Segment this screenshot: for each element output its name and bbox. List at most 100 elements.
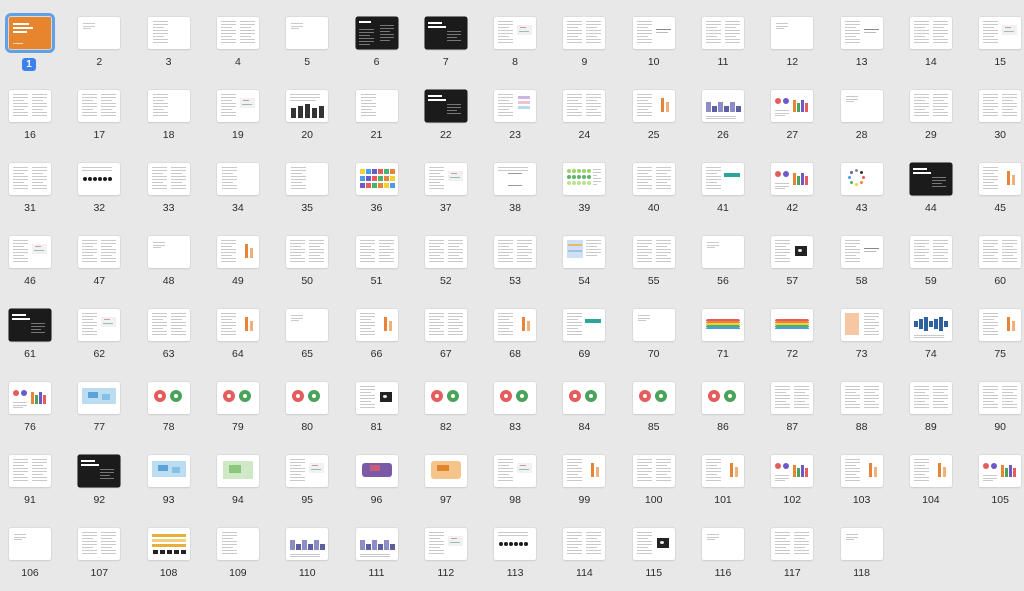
page-preview[interactable] xyxy=(840,17,883,49)
page-preview[interactable] xyxy=(147,382,190,414)
page-thumbnail[interactable]: 94 xyxy=(209,455,269,517)
page-thumbnail[interactable]: 110 xyxy=(278,528,338,590)
page-thumbnail[interactable]: 82 xyxy=(417,382,477,444)
page-thumbnail[interactable]: 7 xyxy=(417,17,477,79)
page-preview[interactable] xyxy=(909,90,952,122)
page-thumbnail[interactable]: 99 xyxy=(555,455,615,517)
page-preview[interactable] xyxy=(494,17,537,49)
page-preview[interactable] xyxy=(216,455,259,487)
page-preview[interactable] xyxy=(632,163,675,195)
page-preview[interactable] xyxy=(702,90,744,122)
page-thumbnail[interactable]: 66 xyxy=(348,309,408,371)
page-thumbnail[interactable]: 12 xyxy=(763,17,823,79)
page-preview[interactable] xyxy=(840,382,883,414)
page-thumbnail[interactable]: 56 xyxy=(694,236,754,298)
page-thumbnail[interactable]: 83 xyxy=(486,382,546,444)
page-thumbnail[interactable]: 36 xyxy=(348,163,408,225)
page-thumbnail[interactable]: 49 xyxy=(209,236,269,298)
page-preview[interactable] xyxy=(702,163,744,195)
page-preview[interactable] xyxy=(424,382,467,414)
page-preview[interactable] xyxy=(216,528,259,560)
page-preview[interactable] xyxy=(5,13,55,53)
page-thumbnail[interactable]: 70 xyxy=(625,309,685,371)
page-preview[interactable] xyxy=(355,382,398,414)
page-thumbnail[interactable]: 24 xyxy=(555,90,615,152)
page-preview[interactable] xyxy=(216,17,259,49)
page-thumbnail[interactable]: 2 xyxy=(70,17,130,79)
page-preview[interactable] xyxy=(494,309,537,341)
page-thumbnail[interactable]: 50 xyxy=(278,236,338,298)
page-thumbnail[interactable]: 97 xyxy=(417,455,477,517)
page-preview[interactable] xyxy=(702,528,744,560)
page-preview[interactable] xyxy=(909,236,952,268)
page-thumbnail[interactable]: 51 xyxy=(348,236,408,298)
page-thumbnail[interactable]: 8 xyxy=(486,17,546,79)
page-preview[interactable] xyxy=(424,163,467,195)
page-thumbnail[interactable]: 40 xyxy=(625,163,685,225)
page-preview[interactable] xyxy=(632,455,675,487)
page-preview[interactable] xyxy=(147,90,190,122)
page-preview[interactable] xyxy=(78,382,121,414)
page-preview[interactable] xyxy=(771,163,814,195)
page-preview[interactable] xyxy=(9,309,51,341)
page-preview[interactable] xyxy=(771,455,814,487)
page-thumbnail[interactable]: 42 xyxy=(763,163,823,225)
page-preview[interactable] xyxy=(9,163,51,195)
page-preview[interactable] xyxy=(216,90,259,122)
page-thumbnail[interactable]: 63 xyxy=(140,309,200,371)
page-preview[interactable] xyxy=(563,90,606,122)
page-thumbnail[interactable]: 52 xyxy=(417,236,477,298)
page-preview[interactable] xyxy=(78,90,121,122)
page-thumbnail[interactable]: 65 xyxy=(278,309,338,371)
page-preview[interactable] xyxy=(355,455,398,487)
page-thumbnail[interactable]: 72 xyxy=(763,309,823,371)
page-preview[interactable] xyxy=(355,309,398,341)
page-preview[interactable] xyxy=(909,163,952,195)
page-preview[interactable] xyxy=(9,90,51,122)
page-thumbnail[interactable]: 44 xyxy=(902,163,962,225)
page-thumbnail[interactable]: 32 xyxy=(70,163,130,225)
page-thumbnail[interactable]: 67 xyxy=(417,309,477,371)
page-thumbnail[interactable]: 41 xyxy=(694,163,754,225)
page-preview[interactable] xyxy=(286,309,329,341)
page-preview[interactable] xyxy=(494,163,537,195)
page-thumbnail[interactable]: 73 xyxy=(833,309,893,371)
page-preview[interactable] xyxy=(632,17,675,49)
page-thumbnail[interactable]: 87 xyxy=(763,382,823,444)
page-thumbnail[interactable]: 25 xyxy=(625,90,685,152)
page-preview[interactable] xyxy=(147,309,190,341)
page-thumbnail[interactable]: 78 xyxy=(140,382,200,444)
page-thumbnail[interactable]: 98 xyxy=(486,455,546,517)
page-preview[interactable] xyxy=(979,90,1022,122)
page-preview[interactable] xyxy=(632,528,675,560)
page-preview[interactable] xyxy=(771,382,814,414)
page-preview[interactable] xyxy=(702,455,744,487)
page-thumbnail[interactable]: 17 xyxy=(70,90,130,152)
page-preview[interactable] xyxy=(355,17,398,49)
page-thumbnail[interactable]: 75 xyxy=(971,309,1024,371)
page-preview[interactable] xyxy=(78,236,121,268)
page-preview[interactable] xyxy=(424,17,467,49)
page-preview[interactable] xyxy=(494,382,537,414)
page-thumbnail[interactable]: 21 xyxy=(348,90,408,152)
page-preview[interactable] xyxy=(771,309,814,341)
page-preview[interactable] xyxy=(286,528,329,560)
page-thumbnail[interactable]: 69 xyxy=(555,309,615,371)
page-thumbnail[interactable]: 62 xyxy=(70,309,130,371)
page-thumbnail[interactable]: 91 xyxy=(1,455,61,517)
page-thumbnail[interactable]: 15 xyxy=(971,17,1024,79)
page-preview[interactable] xyxy=(563,236,606,268)
page-preview[interactable] xyxy=(355,528,398,560)
page-preview[interactable] xyxy=(494,236,537,268)
page-thumbnail[interactable]: 45 xyxy=(971,163,1024,225)
page-preview[interactable] xyxy=(563,528,606,560)
page-thumbnail[interactable]: 23 xyxy=(486,90,546,152)
page-preview[interactable] xyxy=(494,90,537,122)
page-thumbnail[interactable]: 88 xyxy=(833,382,893,444)
page-thumbnail[interactable]: 48 xyxy=(140,236,200,298)
page-preview[interactable] xyxy=(147,455,190,487)
page-preview[interactable] xyxy=(494,455,537,487)
page-thumbnail[interactable]: 1 xyxy=(1,13,61,79)
page-thumbnail[interactable]: 111 xyxy=(348,528,408,590)
page-preview[interactable] xyxy=(979,455,1022,487)
